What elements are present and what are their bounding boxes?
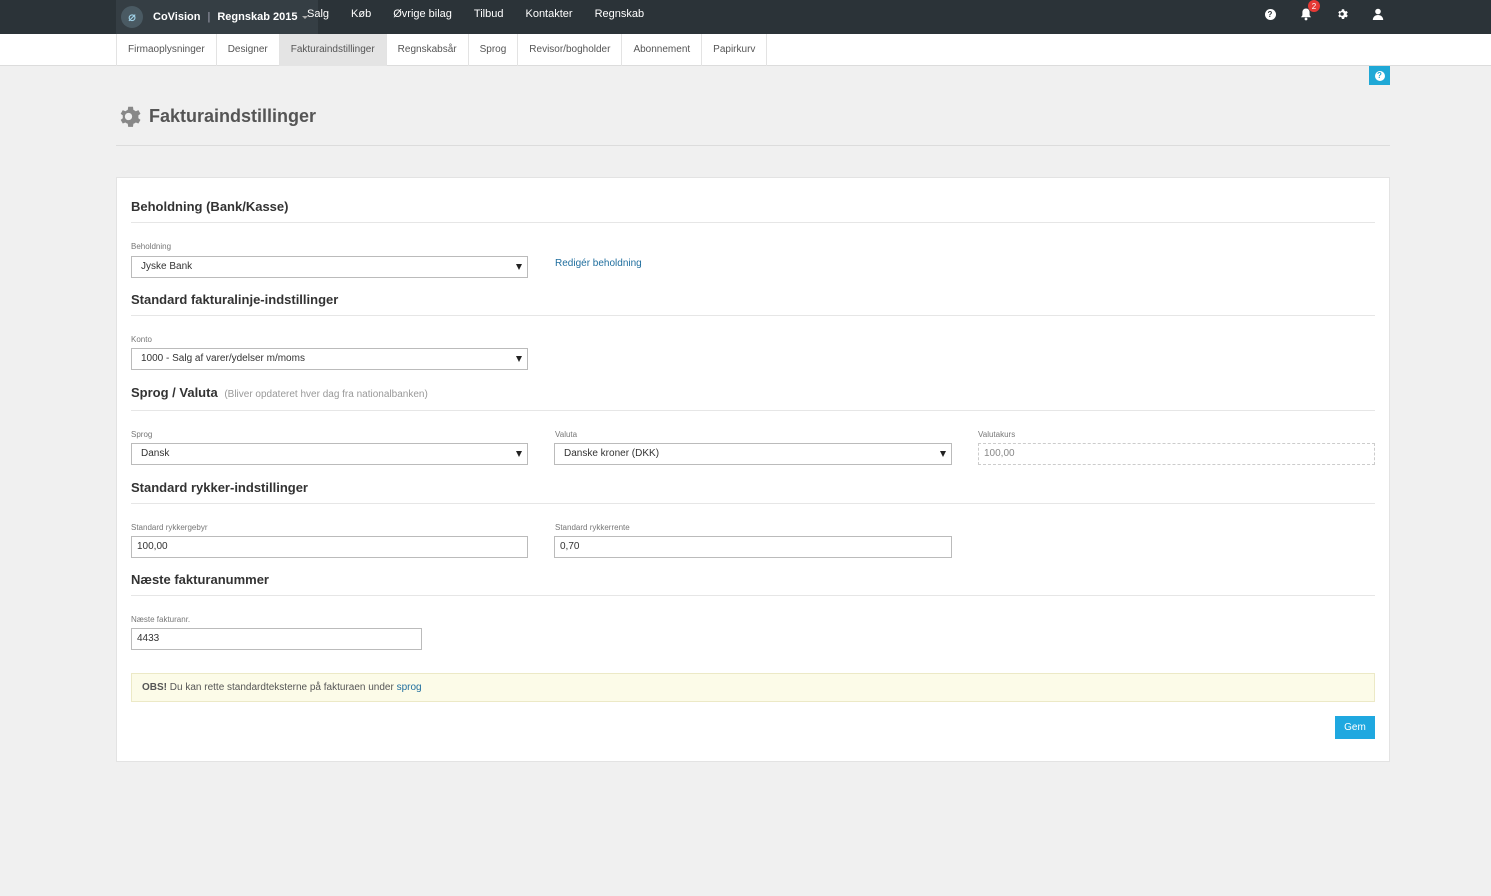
valutakurs-label: Valutakurs — [978, 430, 1016, 439]
valuta-value: Danske kroner (DKK) — [564, 448, 660, 459]
main-nav: Salg Køb Øvrige bilag Tilbud Kontakter R… — [296, 0, 655, 34]
konto-select[interactable]: 1000 - Salg af varer/ydelser m/moms — [131, 348, 528, 370]
section-divider — [131, 222, 1375, 223]
section-divider — [131, 503, 1375, 504]
section-title-sprog-valuta: Sprog / Valuta (Bliver opdateret hver da… — [131, 385, 428, 400]
save-button[interactable]: Gem — [1335, 716, 1375, 739]
top-bar: ⌀ CoVision | Regnskab 2015 Salg Køb Øvri… — [0, 0, 1491, 34]
tab-abonnement[interactable]: Abonnement — [622, 34, 703, 66]
nav-salg[interactable]: Salg — [296, 0, 340, 34]
help-icon[interactable]: ? — [1262, 6, 1278, 22]
tab-papirkurv[interactable]: Papirkurv — [702, 34, 768, 66]
sprog-select[interactable]: Dansk — [131, 443, 528, 465]
top-icons: ? 2 — [1242, 0, 1386, 22]
sprog-value: Dansk — [141, 448, 170, 459]
tab-firmaoplysninger[interactable]: Firmaoplysninger — [117, 34, 217, 66]
notification-badge: 2 — [1308, 0, 1320, 12]
section-divider — [131, 595, 1375, 596]
obs-notice: OBS! Du kan rette standardteksterne på f… — [131, 673, 1375, 702]
fakturanr-label: Næste fakturanr. — [131, 615, 191, 624]
rykkergebyr-label: Standard rykkergebyr — [131, 523, 208, 532]
tab-sprog[interactable]: Sprog — [469, 34, 519, 66]
user-icon[interactable] — [1370, 6, 1386, 22]
rykkerrente-label: Standard rykkerrente — [555, 523, 630, 532]
tab-fakturaindstillinger[interactable]: Fakturaindstillinger — [279, 34, 387, 66]
konto-label: Konto — [131, 335, 152, 344]
beholdning-select[interactable]: Jyske Bank — [131, 256, 528, 278]
page-title: Fakturaindstillinger — [149, 105, 317, 126]
tab-designer[interactable]: Designer — [217, 34, 280, 66]
select-arrow-icon — [516, 264, 522, 270]
page-help-button[interactable]: ? — [1369, 66, 1390, 85]
rykkergebyr-input[interactable]: 100,00 — [131, 536, 528, 558]
page-heading: Fakturaindstillinger — [116, 102, 316, 130]
notice-bold: OBS! — [142, 682, 167, 693]
bell-icon[interactable]: 2 — [1298, 0, 1320, 22]
notice-text: Du kan rette standardteksterne på faktur… — [169, 682, 394, 693]
section-title-rykker: Standard rykker-indstillinger — [131, 480, 308, 495]
edit-beholdning-link[interactable]: Redigér beholdning — [555, 258, 642, 269]
select-arrow-icon — [516, 451, 522, 457]
section-title-beholdning: Beholdning (Bank/Kasse) — [131, 199, 289, 214]
invoice-settings-form: Beholdning (Bank/Kasse) Beholdning Jyske… — [116, 177, 1390, 762]
valutakurs-input: 100,00 — [978, 443, 1375, 465]
nav-oevrige-bilag[interactable]: Øvrige bilag — [382, 0, 463, 34]
nav-kontakter[interactable]: Kontakter — [514, 0, 583, 34]
nav-koeb[interactable]: Køb — [340, 0, 382, 34]
konto-value: 1000 - Salg af varer/ydelser m/moms — [141, 353, 305, 364]
section-title-fakturalinje: Standard fakturalinje-indstillinger — [131, 292, 339, 307]
section-divider — [131, 410, 1375, 411]
settings-gear-icon — [120, 106, 141, 127]
paperclip-logo-icon: ⌀ — [121, 6, 143, 28]
section-divider — [131, 315, 1375, 316]
accounting-year: Regnskab 2015 — [217, 11, 298, 23]
tab-revisor-bogholder[interactable]: Revisor/bogholder — [518, 34, 623, 66]
valuta-label: Valuta — [555, 430, 578, 439]
brand-switcher[interactable]: ⌀ CoVision | Regnskab 2015 — [116, 0, 319, 34]
rykkerrente-input[interactable]: 0,70 — [554, 536, 952, 558]
sprog-label: Sprog — [131, 430, 153, 439]
select-arrow-icon — [516, 356, 522, 362]
brand-name: CoVision — [153, 11, 201, 23]
settings-subnav: Firmaoplysninger Designer Fakturaindstil… — [0, 34, 1491, 66]
fakturanr-input[interactable]: 4433 — [131, 628, 422, 650]
heading-divider — [116, 145, 1390, 146]
nav-tilbud[interactable]: Tilbud — [463, 0, 515, 34]
valuta-select[interactable]: Danske kroner (DKK) — [554, 443, 952, 465]
beholdning-value: Jyske Bank — [141, 261, 193, 272]
tab-regnskabsaar[interactable]: Regnskabsår — [387, 34, 469, 66]
notice-sprog-link[interactable]: sprog — [397, 682, 422, 693]
select-arrow-icon — [940, 451, 946, 457]
sprog-valuta-title: Sprog / Valuta — [131, 385, 218, 400]
section-title-fakturanummer: Næste fakturanummer — [131, 572, 269, 587]
brand-separator: | — [207, 11, 211, 23]
sprog-valuta-subtitle: (Bliver opdateret hver dag fra nationalb… — [224, 389, 428, 400]
nav-regnskab[interactable]: Regnskab — [584, 0, 656, 34]
beholdning-label: Beholdning — [131, 242, 172, 251]
gear-icon[interactable] — [1334, 6, 1350, 22]
question-icon: ? — [1374, 70, 1385, 81]
